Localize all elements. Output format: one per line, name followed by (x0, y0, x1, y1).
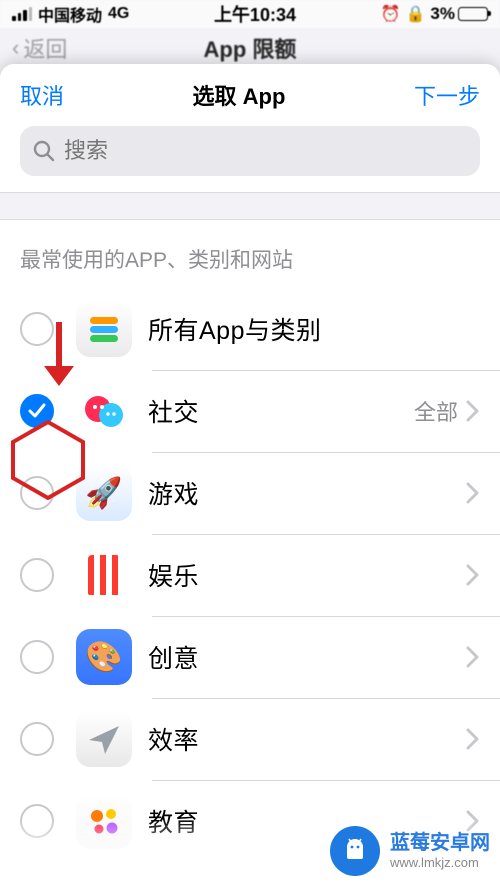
section-separator (0, 192, 500, 220)
row-entertainment[interactable]: 娱乐 (0, 534, 500, 616)
chevron-right-icon (466, 564, 480, 586)
clock: 上午10:34 (214, 1, 296, 27)
row-label: 效率 (148, 721, 466, 757)
radio-unchecked[interactable] (20, 640, 54, 674)
orientation-lock-icon: 🔒 (405, 4, 425, 24)
row-creativity[interactable]: 🎨 创意 (0, 616, 500, 698)
section-title: 最常使用的APP、类别和网站 (0, 220, 500, 288)
background-back-label: 返回 (23, 32, 67, 64)
signal-icon (12, 7, 32, 21)
dots-icon (76, 793, 132, 849)
chevron-right-icon (466, 400, 480, 422)
row-productivity[interactable]: 效率 (0, 698, 500, 780)
battery-icon (458, 7, 488, 22)
row-social[interactable]: 社交 全部 (0, 370, 500, 452)
chevron-right-icon (466, 646, 480, 668)
radio-checked[interactable] (20, 394, 54, 428)
battery-percent: 3% (430, 4, 455, 24)
radio-unchecked[interactable] (20, 722, 54, 756)
palette-icon: 🎨 (76, 629, 132, 685)
chevron-right-icon (466, 482, 480, 504)
watermark-url: www.lmkjz.com (390, 855, 490, 871)
watermark-title: 蓝莓安卓网 (390, 831, 490, 855)
row-all-apps[interactable]: 所有App与类别 (0, 288, 500, 370)
cancel-button[interactable]: 取消 (20, 79, 64, 111)
row-label: 创意 (148, 639, 466, 675)
search-icon (32, 139, 56, 163)
sheet-title: 选取 App (193, 79, 286, 111)
background-back-button: ‹ 返回 (12, 32, 67, 64)
watermark: 蓝莓安卓网 www.lmkjz.com (330, 826, 490, 876)
alarm-icon: ⏰ (381, 4, 401, 24)
stack-icon (76, 301, 132, 357)
carrier-label: 中国移动 (38, 2, 102, 26)
status-bar-right: ⏰ 🔒 3% (381, 4, 488, 24)
search-input[interactable] (64, 138, 468, 164)
watermark-logo-icon (330, 826, 380, 876)
row-label: 社交 (148, 393, 414, 429)
row-label: 娱乐 (148, 557, 466, 593)
background-header: ‹ 返回 App 限额 (0, 28, 500, 68)
radio-unchecked[interactable] (20, 558, 54, 592)
status-bar: 中国移动 4G 上午10:34 ⏰ 🔒 3% (0, 0, 500, 28)
chevron-right-icon (466, 728, 480, 750)
radio-unchecked[interactable] (20, 804, 54, 838)
battery-indicator: 3% (430, 4, 488, 24)
checkmark-icon (27, 401, 47, 421)
chevron-left-icon: ‹ (12, 35, 19, 61)
modal-sheet: 取消 选取 App 下一步 最常使用的APP、类别和网站 所有App与类别 社交… (0, 64, 500, 888)
next-button[interactable]: 下一步 (414, 79, 480, 111)
radio-unchecked[interactable] (20, 476, 54, 510)
sheet-header: 取消 选取 App 下一步 (0, 64, 500, 126)
row-label: 所有App与类别 (148, 311, 480, 347)
row-trail-text: 全部 (414, 395, 458, 427)
background-title: App 限额 (204, 32, 297, 64)
search-field[interactable] (20, 126, 480, 176)
radio-unchecked[interactable] (20, 312, 54, 346)
popcorn-icon (76, 547, 132, 603)
rocket-icon: 🚀 (76, 465, 132, 521)
row-games[interactable]: 🚀 游戏 (0, 452, 500, 534)
row-label: 游戏 (148, 475, 466, 511)
paperplane-icon (76, 711, 132, 767)
network-label: 4G (108, 5, 129, 23)
status-bar-left: 中国移动 4G (12, 2, 129, 26)
chat-icon (76, 383, 132, 439)
